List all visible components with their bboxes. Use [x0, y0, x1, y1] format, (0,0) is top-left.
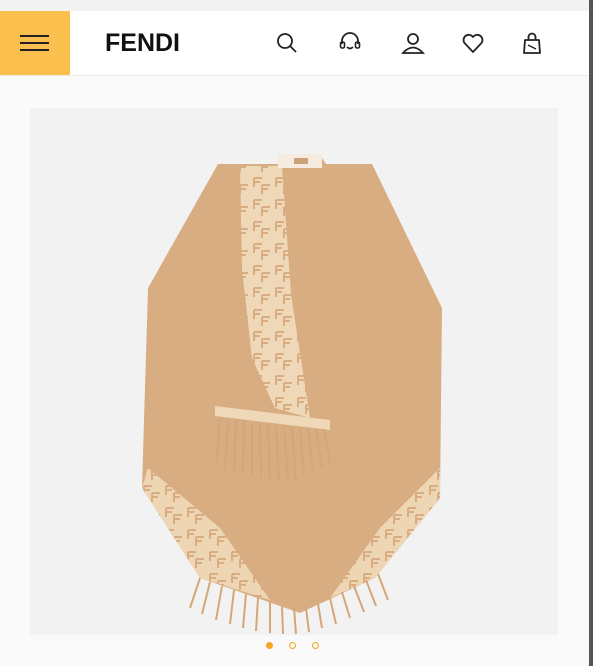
menu-icon-line — [20, 42, 49, 44]
product-gallery — [0, 76, 589, 666]
top-strip — [0, 0, 593, 11]
product-image[interactable] — [30, 108, 558, 635]
menu-button[interactable] — [0, 11, 70, 75]
carousel-dot-2[interactable] — [289, 642, 296, 649]
carousel-dot-1[interactable] — [266, 642, 273, 649]
site-header: FENDI — [0, 11, 589, 76]
heart-icon[interactable] — [460, 30, 486, 56]
carousel-dot-3[interactable] — [312, 642, 319, 649]
cape-illustration — [142, 154, 442, 635]
bag-icon[interactable] — [519, 30, 545, 56]
search-icon[interactable] — [274, 30, 300, 56]
customer-service-icon[interactable] — [337, 30, 363, 56]
menu-icon-line — [20, 35, 49, 37]
brand-logo[interactable]: FENDI — [105, 29, 180, 58]
menu-icon-line — [20, 49, 49, 51]
user-icon[interactable] — [400, 30, 426, 56]
scrollbar[interactable] — [589, 0, 593, 666]
